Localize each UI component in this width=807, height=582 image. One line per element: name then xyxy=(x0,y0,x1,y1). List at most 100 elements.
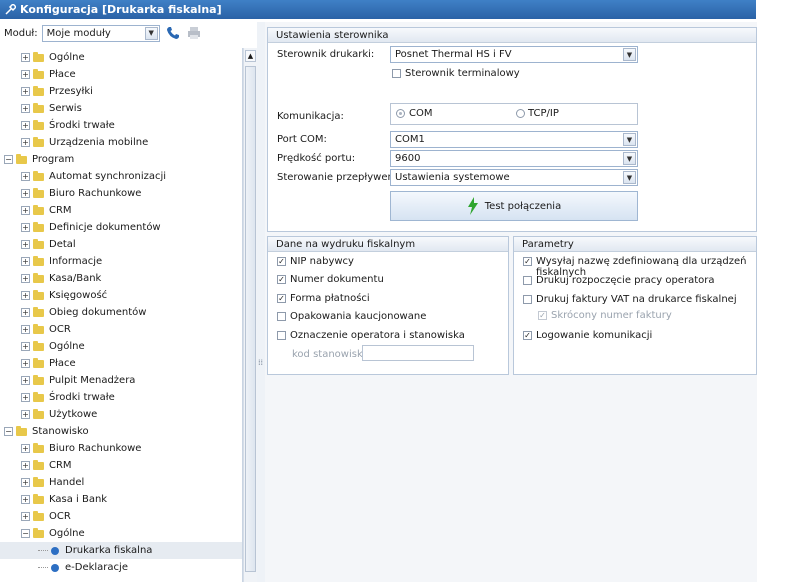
expand-icon[interactable]: + xyxy=(21,87,30,96)
tree-item-place[interactable]: + Płace xyxy=(0,66,242,83)
skrocony-numer-faktury-checkbox[interactable]: ✓ xyxy=(538,311,547,320)
test-connection-button[interactable]: Test połączenia xyxy=(390,191,638,221)
nip-nabywcy-checkbox[interactable]: ✓ xyxy=(277,257,286,266)
tree-scrollbar[interactable]: ▲ xyxy=(243,48,257,582)
tree-item-drukarka-fiskalna[interactable]: Drukarka fiskalna xyxy=(0,542,242,559)
expand-icon[interactable]: + xyxy=(21,325,30,334)
expand-icon[interactable]: + xyxy=(21,444,30,453)
tree-item-label: Serwis xyxy=(49,103,82,114)
tree-item-ksiegowosc[interactable]: + Księgowość xyxy=(0,287,242,304)
wysylaj-nazwe-zdefiniowana-dla-urzadzen-fiskalnych-checkbox[interactable]: ✓ xyxy=(523,257,532,266)
tree-item-kasa-bank[interactable]: + Kasa/Bank xyxy=(0,270,242,287)
chevron-down-icon[interactable]: ▼ xyxy=(623,48,636,61)
terminal-checkbox[interactable] xyxy=(392,69,401,78)
expand-icon[interactable]: + xyxy=(21,274,30,283)
driver-select[interactable]: Posnet Thermal HS i FV ▼ xyxy=(390,46,638,63)
tree-item-kasa-i-bank[interactable]: + Kasa i Bank xyxy=(0,491,242,508)
tree-item-ogolne[interactable]: − Ogólne xyxy=(0,525,242,542)
expand-icon[interactable]: + xyxy=(21,495,30,504)
tree-item-handel[interactable]: + Handel xyxy=(0,474,242,491)
chevron-down-icon[interactable]: ▼ xyxy=(623,133,636,146)
expand-icon[interactable]: + xyxy=(21,461,30,470)
tree-item-srodki-trwale[interactable]: + Środki trwałe xyxy=(0,389,242,406)
tree-item-pulpit-menadzera[interactable]: + Pulpit Menadżera xyxy=(0,372,242,389)
print-icon[interactable] xyxy=(186,25,202,41)
drukuj-rozpoczecie-pracy-operatora-checkbox[interactable] xyxy=(523,276,532,285)
oznaczenie-operatora-i-stanowiska-checkbox[interactable] xyxy=(277,331,286,340)
tree-item-ocr[interactable]: + OCR xyxy=(0,321,242,338)
expand-icon[interactable]: + xyxy=(21,223,30,232)
scroll-up-icon[interactable]: ▲ xyxy=(245,50,256,62)
tree-item-ogolne[interactable]: + Ogólne xyxy=(0,49,242,66)
tree-connector xyxy=(38,567,48,568)
numer-dokumentu-checkbox[interactable]: ✓ xyxy=(277,275,286,284)
tree-item-uzytkowe[interactable]: + Użytkowe xyxy=(0,406,242,423)
expand-icon[interactable]: + xyxy=(21,308,30,317)
splitter-grip-icon[interactable]: ⁞⁞ xyxy=(258,358,263,367)
tree-item-stanowisko[interactable]: − Stanowisko xyxy=(0,423,242,440)
logowanie-komunikacji-checkbox[interactable]: ✓ xyxy=(523,331,532,340)
tree-item-crm[interactable]: + CRM xyxy=(0,457,242,474)
expand-icon[interactable]: + xyxy=(21,240,30,249)
opakowania-kaucjonowane-checkbox[interactable] xyxy=(277,312,286,321)
settings-node-icon xyxy=(51,563,59,572)
tree-item-crm[interactable]: + CRM xyxy=(0,202,242,219)
expand-icon[interactable]: + xyxy=(21,121,30,130)
expand-icon[interactable]: + xyxy=(21,53,30,62)
window-title-bar: Konfiguracja [Drukarka fiskalna] xyxy=(0,0,756,19)
tree-item-detal[interactable]: + Detal xyxy=(0,236,242,253)
tree-item-automat-synchronizacji[interactable]: + Automat synchronizacji xyxy=(0,168,242,185)
tree-item-program[interactable]: − Program xyxy=(0,151,242,168)
collapse-icon[interactable]: − xyxy=(21,529,30,538)
tree-item-ogolne[interactable]: + Ogólne xyxy=(0,338,242,355)
tree-item-przesylki[interactable]: + Przesyłki xyxy=(0,83,242,100)
tree-item-srodki-trwale[interactable]: + Środki trwałe xyxy=(0,117,242,134)
expand-icon[interactable]: + xyxy=(21,410,30,419)
collapse-icon[interactable]: − xyxy=(4,427,13,436)
folder-icon xyxy=(33,136,44,147)
collapse-icon[interactable]: − xyxy=(4,155,13,164)
tree-item-e-deklaracje[interactable]: e-Deklaracje xyxy=(0,559,242,576)
settings-node-icon xyxy=(51,546,59,555)
phone-icon[interactable] xyxy=(165,25,181,41)
chevron-down-icon[interactable]: ▼ xyxy=(623,171,636,184)
expand-icon[interactable]: + xyxy=(21,393,30,402)
tree-item-ocr[interactable]: + OCR xyxy=(0,508,242,525)
tree-item-obieg-dokumentow[interactable]: + Obieg dokumentów xyxy=(0,304,242,321)
tree-item-urzadzenia-mobilne[interactable]: + Urządzenia mobilne xyxy=(0,134,242,151)
tree-item-biuro-rachunkowe[interactable]: + Biuro Rachunkowe xyxy=(0,440,242,457)
tree-item-place[interactable]: + Płace xyxy=(0,355,242,372)
expand-icon[interactable]: + xyxy=(21,376,30,385)
opakowania-kaucjonowane-label: Opakowania kaucjonowane xyxy=(290,311,427,322)
expand-icon[interactable]: + xyxy=(21,70,30,79)
expand-icon[interactable]: + xyxy=(21,104,30,113)
station-code-input[interactable] xyxy=(362,345,474,361)
expand-icon[interactable]: + xyxy=(21,206,30,215)
expand-icon[interactable]: + xyxy=(21,291,30,300)
flow-select[interactable]: Ustawienia systemowe ▼ xyxy=(390,169,638,186)
tree-item-definicje-dokumentow[interactable]: + Definicje dokumentów xyxy=(0,219,242,236)
tree-item-label: Detal xyxy=(49,239,76,250)
expand-icon[interactable]: + xyxy=(21,172,30,181)
speed-select[interactable]: 9600 ▼ xyxy=(390,150,638,167)
chevron-down-icon[interactable]: ▼ xyxy=(623,152,636,165)
com-radio[interactable] xyxy=(396,109,405,118)
splitter[interactable]: ⁞⁞ xyxy=(257,22,265,582)
module-select[interactable]: Moje moduły ▼ xyxy=(41,24,160,42)
expand-icon[interactable]: + xyxy=(21,478,30,487)
scrollbar-thumb[interactable] xyxy=(245,66,256,572)
expand-icon[interactable]: + xyxy=(21,512,30,521)
expand-icon[interactable]: + xyxy=(21,189,30,198)
chevron-down-icon[interactable]: ▼ xyxy=(144,26,158,40)
tree-item-biuro-rachunkowe[interactable]: + Biuro Rachunkowe xyxy=(0,185,242,202)
expand-icon[interactable]: + xyxy=(21,359,30,368)
expand-icon[interactable]: + xyxy=(21,257,30,266)
expand-icon[interactable]: + xyxy=(21,342,30,351)
forma-platnosci-checkbox[interactable]: ✓ xyxy=(277,294,286,303)
drukuj-faktury-vat-na-drukarce-fiskalnej-checkbox[interactable] xyxy=(523,295,532,304)
port-select[interactable]: COM1 ▼ xyxy=(390,131,638,148)
expand-icon[interactable]: + xyxy=(21,138,30,147)
tree-item-serwis[interactable]: + Serwis xyxy=(0,100,242,117)
tree-item-informacje[interactable]: + Informacje xyxy=(0,253,242,270)
tcpip-radio[interactable] xyxy=(516,109,525,118)
